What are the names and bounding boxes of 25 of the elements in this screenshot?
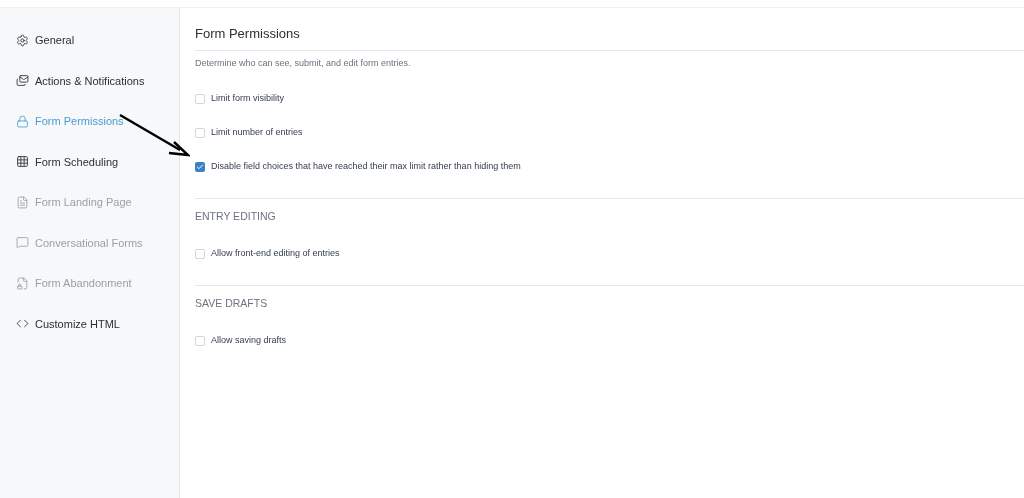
option-label: Allow front-end editing of entries (211, 247, 340, 260)
checkbox[interactable] (195, 335, 205, 346)
sidebar-item[interactable]: General (0, 20, 179, 61)
envelopes-icon (16, 74, 29, 88)
description: Determine who can see, submit, and edit form entries. (195, 56, 412, 70)
option-label: Disable field choices that have reached their max limit rather than hiding them (211, 160, 521, 174)
option-label: Allow saving drafts (211, 333, 287, 347)
checkbox[interactable] (195, 162, 205, 172)
checkbox[interactable] (195, 94, 205, 104)
chat-bubble-icon (16, 236, 29, 250)
option-label: Limit number of entries (211, 126, 303, 140)
section-heading: SAVE DRAFTS (195, 295, 269, 311)
document-icon (16, 195, 29, 209)
gear-icon (16, 33, 29, 47)
option-label: Limit form visibility (211, 92, 284, 106)
section-title: Form Permissions (195, 24, 1024, 51)
document-lock-icon (16, 276, 29, 290)
sidebar-item[interactable]: Actions & Notifications (0, 60, 179, 101)
lock-icon (16, 114, 29, 128)
calendar-icon (16, 155, 29, 169)
checkbox[interactable] (195, 248, 205, 259)
sidebar-item[interactable]: Customize HTML (0, 303, 179, 344)
checkbox[interactable] (195, 128, 205, 138)
sidebar-item[interactable]: Form Scheduling (0, 141, 179, 182)
section-heading: ENTRY EDITING (195, 209, 277, 224)
